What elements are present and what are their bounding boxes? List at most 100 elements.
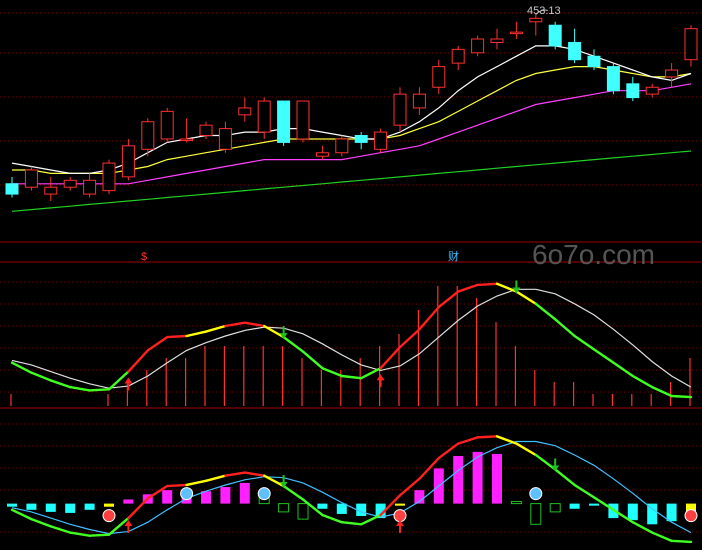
candle-up [238, 107, 252, 116]
osc2-main-line-segment [224, 471, 247, 477]
histogram-bar [162, 490, 173, 504]
candle-up [509, 31, 523, 35]
histogram-bar [123, 499, 134, 504]
candle-up [218, 128, 232, 150]
candle-down [548, 24, 562, 47]
osc2-main-line-segment [243, 471, 266, 477]
candle-up [63, 179, 77, 188]
osc1-main-line-segment [418, 305, 440, 331]
candle-down [626, 83, 640, 99]
osc1-main-line-segment [88, 388, 111, 392]
osc1-main-line-segment [340, 374, 363, 380]
candle-up [257, 100, 271, 133]
histogram-bar [104, 503, 114, 507]
osc1-main-line-segment [243, 321, 266, 328]
candle-up [684, 28, 698, 61]
osc2-main-line-segment [204, 474, 227, 483]
osc1-main-line-segment [379, 345, 402, 370]
watermark: 6o7o.com [532, 239, 655, 270]
histogram-bar [395, 503, 405, 506]
osc1-main-line-segment [321, 367, 343, 378]
osc1-main-line-segment [185, 330, 208, 338]
histogram-bar [569, 503, 580, 509]
candle-up [315, 152, 329, 157]
histogram-bar-hollow [510, 501, 522, 505]
osc2-main-line-segment [282, 484, 305, 501]
candle-down [277, 100, 291, 143]
histogram-bar [45, 503, 56, 512]
osc2-main-line-segment [30, 517, 52, 528]
candle-up [529, 17, 543, 23]
sell-arrow-icon [551, 458, 560, 472]
candle-down [5, 183, 19, 195]
red-ball-icon [102, 509, 116, 523]
osc2-main-line-segment [68, 531, 91, 537]
osc1-main-line-segment [398, 328, 421, 349]
osc2-main-line-segment [554, 468, 576, 487]
histogram-bar [26, 503, 37, 510]
candle-up [335, 138, 349, 154]
osc1-main-line-segment [165, 334, 188, 339]
osc1-main-line-segment [437, 290, 460, 309]
osc1-main-line-segment [224, 321, 247, 328]
osc1-main-line-segment [204, 324, 227, 333]
candle-up [490, 38, 504, 43]
osc2-main-line-segment [651, 531, 673, 543]
histogram-bar-hollow [530, 503, 542, 525]
candle-down [606, 66, 620, 92]
osc1-main-line-segment [127, 349, 150, 373]
candle-up [24, 169, 38, 188]
candle-up [451, 48, 465, 64]
histogram-bar-hollow [549, 503, 561, 513]
candle-up [160, 110, 174, 140]
candle-up [44, 186, 58, 195]
osc2-main-line-segment [476, 435, 499, 439]
candle-down [354, 135, 368, 143]
candle-up [645, 86, 659, 95]
candle-up [121, 145, 135, 178]
histogram-bar [7, 503, 17, 507]
histogram-bar [589, 503, 599, 506]
osc2-main-line-segment [88, 533, 111, 537]
osc2-main-line-segment [340, 521, 363, 526]
osc1-main-line-segment [592, 348, 615, 364]
osc2-main-line-segment [534, 453, 557, 471]
panel-marker-dollar: $ [141, 251, 147, 263]
candle-up [296, 100, 310, 140]
price-panel[interactable] [5, 9, 698, 212]
osc1-signal-line [11, 288, 692, 389]
candle-up [83, 179, 97, 195]
osc2-main-line-segment [670, 539, 693, 544]
osc1-main-line-segment [631, 374, 654, 389]
candle-up [471, 38, 485, 54]
histogram-bar [666, 503, 677, 522]
osc2-main-line-segment [360, 513, 382, 526]
osc1-main-line-segment [457, 283, 479, 293]
blue-ball-icon [180, 487, 194, 501]
candle-up [412, 93, 426, 109]
histogram-bar [336, 503, 347, 514]
histogram-bar [492, 453, 502, 504]
osc2-main-line-segment [165, 483, 188, 488]
oscillator-panel-2[interactable] [7, 435, 698, 544]
osc1-main-line-segment [30, 371, 52, 382]
oscillator-panel-1[interactable] [10, 280, 693, 406]
osc1-main-line-segment [534, 302, 557, 321]
candle-up [180, 138, 194, 141]
buy-arrow-icon [396, 520, 404, 533]
red-ball-icon [393, 509, 407, 523]
candle-up [141, 121, 155, 150]
histogram-bar [65, 503, 76, 513]
candle-down [587, 55, 601, 68]
candle-up [102, 162, 116, 192]
osc1-main-line-segment [68, 385, 91, 392]
histogram-bar [317, 503, 328, 509]
osc1-main-line-segment [573, 334, 596, 351]
histogram-bar-hollow [278, 503, 290, 513]
candle-down [568, 41, 582, 61]
osc1-main-line-segment [515, 290, 537, 305]
candle-up [199, 124, 213, 137]
candle-up [432, 66, 446, 88]
osc1-main-line-segment [612, 361, 634, 378]
osc2-main-line-segment [185, 479, 208, 487]
